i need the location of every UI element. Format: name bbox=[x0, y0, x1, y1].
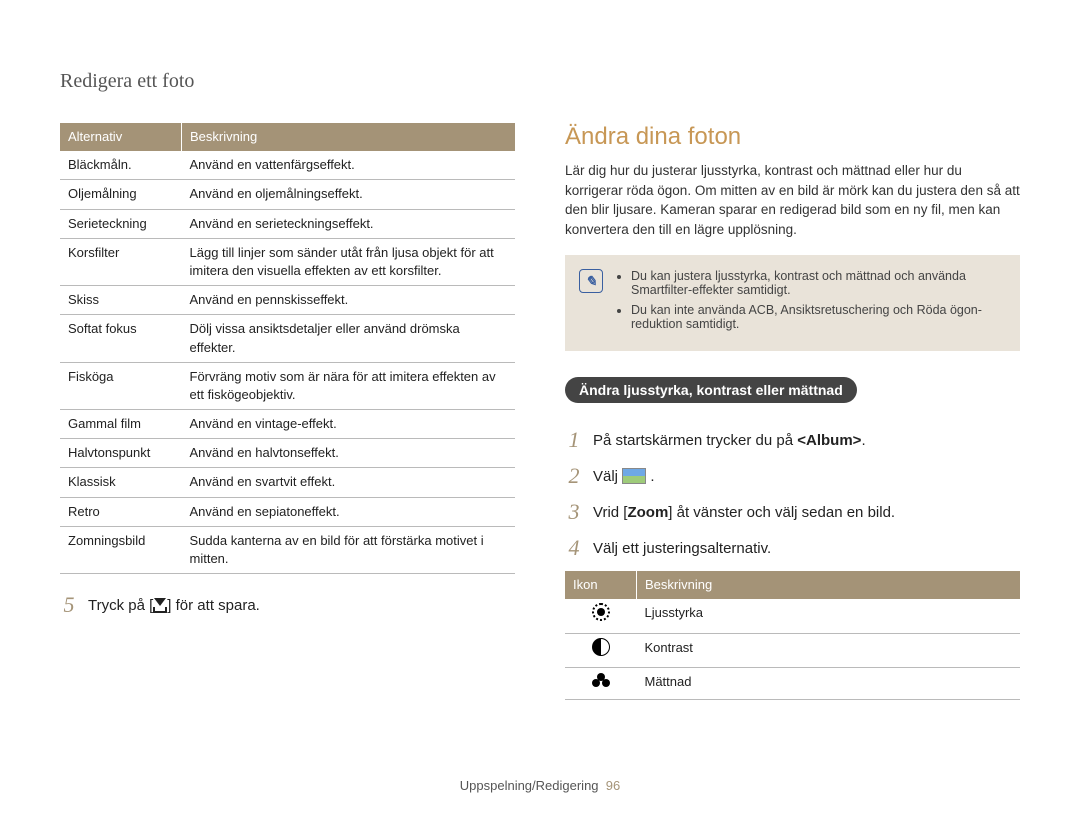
table-row: Kontrast bbox=[565, 633, 1020, 667]
cell-beskrivning: Lägg till linjer som sänder utåt från lj… bbox=[182, 238, 516, 285]
table-row: RetroAnvänd en sepiatoneffekt. bbox=[60, 497, 515, 526]
cell-alternativ: Serieteckning bbox=[60, 209, 182, 238]
cell-alternativ: Retro bbox=[60, 497, 182, 526]
table-row: FiskögaFörvräng motiv som är nära för at… bbox=[60, 362, 515, 409]
image-thumbnail-icon bbox=[622, 468, 646, 484]
note-icon: ✎ bbox=[579, 269, 603, 293]
table-row: OljemålningAnvänd en oljemålningseffekt. bbox=[60, 180, 515, 209]
step-number: 1 bbox=[565, 427, 583, 453]
step-number: 4 bbox=[565, 535, 583, 561]
table-header-row: Alternativ Beskrivning bbox=[60, 123, 515, 151]
step-3: 3 Vrid [Zoom] åt vänster och välj sedan … bbox=[565, 499, 1020, 525]
cell-alternativ: Klassisk bbox=[60, 468, 182, 497]
table-row: Gammal filmAnvänd en vintage-effekt. bbox=[60, 410, 515, 439]
section-heading: Ändra dina foton bbox=[565, 123, 1020, 151]
icon-cell bbox=[565, 633, 637, 667]
cell-beskrivning: Dölj vissa ansiktsdetaljer eller använd … bbox=[182, 315, 516, 362]
table-header-row: Ikon Beskrivning bbox=[565, 571, 1020, 599]
cell-alternativ: Skiss bbox=[60, 286, 182, 315]
table-row: Ljusstyrka bbox=[565, 599, 1020, 633]
step-5: 5 Tryck på [ ] för att spara. bbox=[60, 592, 515, 618]
note-box: ✎ Du kan justera ljusstyrka, kontrast oc… bbox=[565, 255, 1020, 351]
cell-alternativ: Fisköga bbox=[60, 362, 182, 409]
th-beskrivning: Beskrivning bbox=[637, 571, 1021, 599]
page-number: 96 bbox=[606, 778, 620, 793]
th-alternativ: Alternativ bbox=[60, 123, 182, 151]
cell-beskrivning: Använd en vattenfärgseffekt. bbox=[182, 151, 516, 180]
contrast-icon bbox=[592, 638, 610, 656]
album-label: <Album> bbox=[797, 432, 861, 449]
t: . bbox=[861, 432, 865, 449]
cell-alternativ: Oljemålning bbox=[60, 180, 182, 209]
cell-alternativ: Softat fokus bbox=[60, 315, 182, 362]
th-ikon: Ikon bbox=[565, 571, 637, 599]
cell-beskrivning: Använd en halvtonseffekt. bbox=[182, 439, 516, 468]
saturation-icon bbox=[592, 673, 610, 687]
table-row: Bläckmåln.Använd en vattenfärgseffekt. bbox=[60, 151, 515, 180]
step-number: 2 bbox=[565, 463, 583, 489]
desc-cell: Kontrast bbox=[637, 633, 1021, 667]
table-row: KlassiskAnvänd en svartvit effekt. bbox=[60, 468, 515, 497]
save-down-icon bbox=[153, 598, 167, 613]
desc-cell: Mättnad bbox=[637, 668, 1021, 699]
icon-cell bbox=[565, 668, 637, 699]
cell-beskrivning: Använd en svartvit effekt. bbox=[182, 468, 516, 497]
zoom-label: Zoom bbox=[627, 504, 668, 521]
text-pre: Tryck på [ bbox=[88, 597, 153, 614]
table-row: Softat fokusDölj vissa ansiktsdetaljer e… bbox=[60, 315, 515, 362]
cell-beskrivning: Använd en pennskisseffekt. bbox=[182, 286, 516, 315]
page-title: Redigera ett foto bbox=[60, 70, 1020, 93]
effects-table: Alternativ Beskrivning Bläckmåln.Använd … bbox=[60, 123, 515, 574]
step-4: 4 Välj ett justeringsalternativ. bbox=[565, 535, 1020, 561]
right-column: Ändra dina foton Lär dig hur du justerar… bbox=[565, 123, 1020, 700]
step-number: 5 bbox=[60, 592, 78, 618]
step-text: Tryck på [ ] för att spara. bbox=[88, 597, 260, 614]
icon-cell bbox=[565, 599, 637, 633]
icon-table: Ikon Beskrivning Ljusstyrka Kontrast Mät… bbox=[565, 571, 1020, 699]
table-row: ZomningsbildSudda kanterna av en bild fö… bbox=[60, 526, 515, 573]
cell-alternativ: Gammal film bbox=[60, 410, 182, 439]
step-text: Välj ett justeringsalternativ. bbox=[593, 540, 771, 557]
t: . bbox=[646, 468, 654, 485]
cell-beskrivning: Använd en oljemålningseffekt. bbox=[182, 180, 516, 209]
th-beskrivning: Beskrivning bbox=[182, 123, 516, 151]
desc-cell: Ljusstyrka bbox=[637, 599, 1021, 633]
table-row: Mättnad bbox=[565, 668, 1020, 699]
note-item: Du kan justera ljusstyrka, kontrast och … bbox=[631, 269, 1006, 297]
left-column: Alternativ Beskrivning Bläckmåln.Använd … bbox=[60, 123, 515, 700]
step-number: 3 bbox=[565, 499, 583, 525]
cell-alternativ: Korsfilter bbox=[60, 238, 182, 285]
step-text: Vrid [Zoom] åt vänster och välj sedan en… bbox=[593, 504, 895, 521]
step-text: Välj . bbox=[593, 468, 655, 485]
cell-beskrivning: Använd en sepiatoneffekt. bbox=[182, 497, 516, 526]
step-text: På startskärmen trycker du på <Album>. bbox=[593, 432, 866, 449]
subsection-pill: Ändra ljusstyrka, kontrast eller mättnad bbox=[565, 377, 857, 403]
note-item: Du kan inte använda ACB, Ansiktsretusche… bbox=[631, 303, 1006, 331]
cell-beskrivning: Sudda kanterna av en bild för att förstä… bbox=[182, 526, 516, 573]
brightness-icon bbox=[592, 603, 610, 621]
cell-beskrivning: Använd en serieteckningseffekt. bbox=[182, 209, 516, 238]
step-1: 1 På startskärmen trycker du på <Album>. bbox=[565, 427, 1020, 453]
step-2: 2 Välj . bbox=[565, 463, 1020, 489]
text-post: ] för att spara. bbox=[167, 597, 260, 614]
intro-paragraph: Lär dig hur du justerar ljusstyrka, kont… bbox=[565, 161, 1020, 239]
table-row: KorsfilterLägg till linjer som sänder ut… bbox=[60, 238, 515, 285]
table-row: SerieteckningAnvänd en serieteckningseff… bbox=[60, 209, 515, 238]
t: Vrid [ bbox=[593, 504, 627, 521]
note-list: Du kan justera ljusstyrka, kontrast och … bbox=[615, 269, 1006, 337]
t: Välj bbox=[593, 468, 622, 485]
two-column-layout: Alternativ Beskrivning Bläckmåln.Använd … bbox=[60, 123, 1020, 700]
table-row: HalvtonspunktAnvänd en halvtonseffekt. bbox=[60, 439, 515, 468]
cell-beskrivning: Förvräng motiv som är nära för att imite… bbox=[182, 362, 516, 409]
table-row: SkissAnvänd en pennskisseffekt. bbox=[60, 286, 515, 315]
cell-beskrivning: Använd en vintage-effekt. bbox=[182, 410, 516, 439]
cell-alternativ: Bläckmåln. bbox=[60, 151, 182, 180]
cell-alternativ: Halvtonspunkt bbox=[60, 439, 182, 468]
footer-text: Uppspelning/Redigering bbox=[460, 778, 599, 793]
t: På startskärmen trycker du på bbox=[593, 432, 797, 449]
cell-alternativ: Zomningsbild bbox=[60, 526, 182, 573]
t: ] åt vänster och välj sedan en bild. bbox=[668, 504, 895, 521]
page-footer: Uppspelning/Redigering 96 bbox=[0, 778, 1080, 793]
